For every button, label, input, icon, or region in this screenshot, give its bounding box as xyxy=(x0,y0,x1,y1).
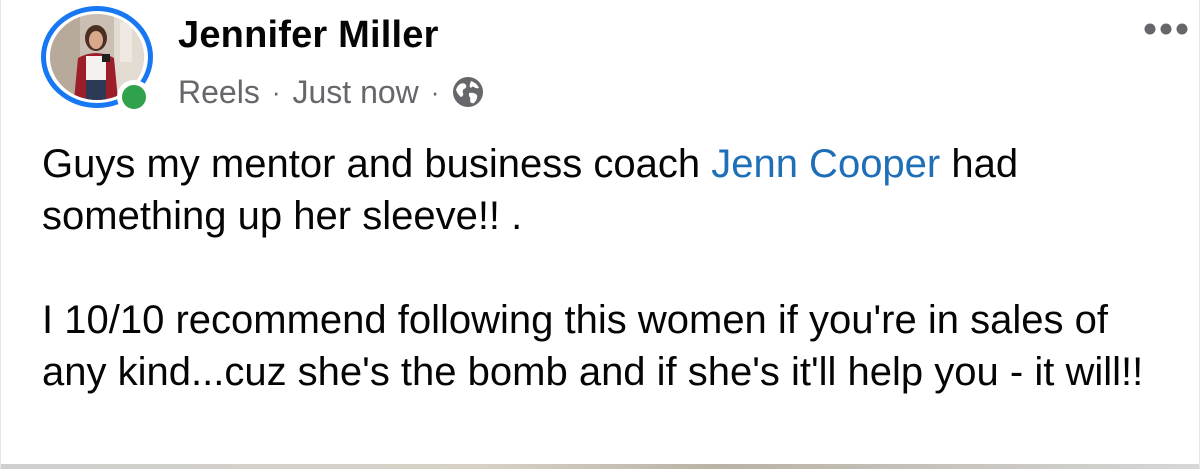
online-status-indicator xyxy=(117,80,151,114)
post-body: Guys my mentor and business coach Jenn C… xyxy=(42,138,1172,398)
post-source-link[interactable]: Reels xyxy=(178,74,260,111)
post-text-segment: Guys my mentor and business coach xyxy=(42,142,712,186)
meta-separator: · xyxy=(430,77,440,107)
meta-separator: · xyxy=(271,77,281,107)
post-paragraph-2: I 10/10 recommend following this women i… xyxy=(42,298,1144,394)
post-timestamp[interactable]: Just now xyxy=(292,74,418,111)
post-meta: Reels · Just now · xyxy=(178,72,485,112)
post-paragraph-1: Guys my mentor and business coach Jenn C… xyxy=(42,138,1172,242)
globe-icon[interactable] xyxy=(451,75,485,109)
post-card: Jennifer Miller Reels · Just now · Guys … xyxy=(0,0,1200,469)
more-options-icon[interactable] xyxy=(1141,14,1191,44)
mention-link[interactable]: Jenn Cooper xyxy=(711,142,940,186)
divider xyxy=(1,464,1199,469)
author-name[interactable]: Jennifer Miller xyxy=(178,14,439,57)
